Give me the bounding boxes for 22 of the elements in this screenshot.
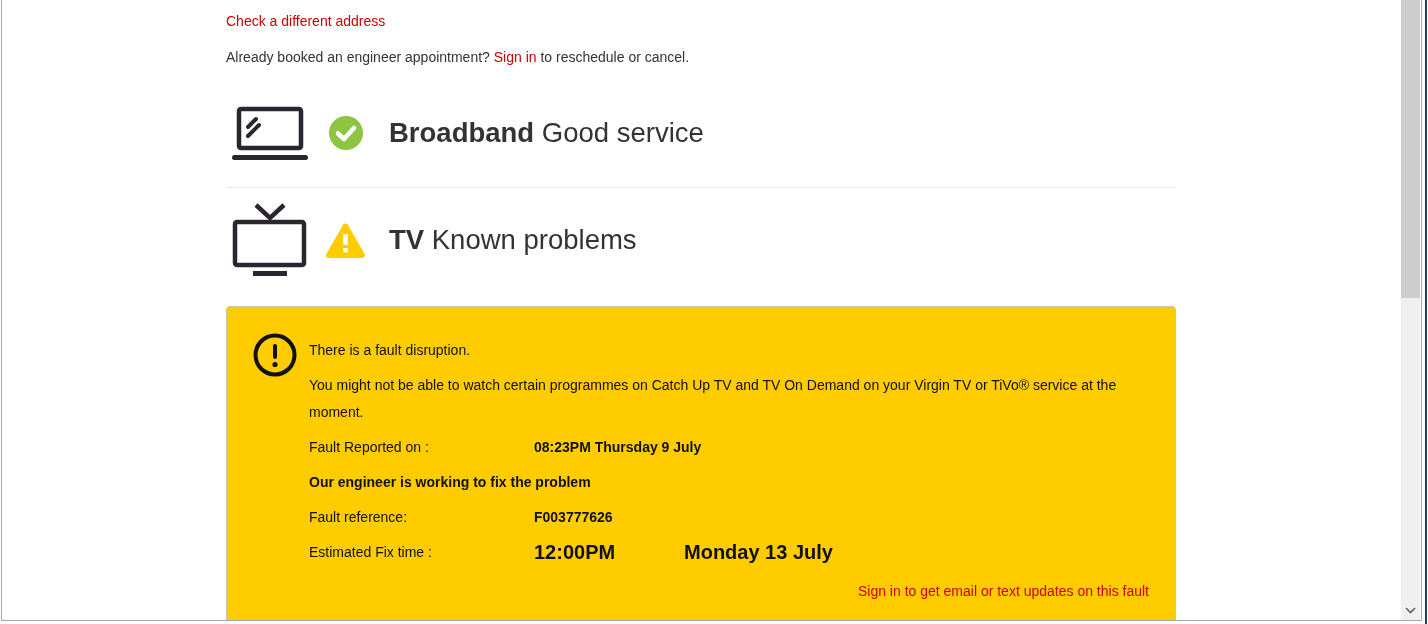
sign-in-link[interactable]: Sign in <box>493 49 537 65</box>
field-label: Estimated Fix time : <box>309 543 433 562</box>
tv-icon <box>232 202 308 278</box>
service-status-heading: Broadband Good service <box>389 117 704 149</box>
fix-date: Monday 13 July <box>684 540 833 565</box>
updates-sign-in-link[interactable]: Sign in to get email or text updates on this fault <box>857 578 1149 605</box>
appointment-note: Already booked an engineer appointment? Sign in to reschedule or cancel. <box>226 48 691 67</box>
fault-title: There is a fault disruption. <box>309 341 472 360</box>
field-value: F003777626 <box>534 508 613 527</box>
exclamation-circle-icon <box>253 333 297 377</box>
address-link[interactable]: Check a different address <box>226 11 386 31</box>
fault-description: You might not be able to watch certain programmes on Catch Up TV and TV On Demand on your Virgin TV or TiVo® service at the moment. <box>309 376 1118 422</box>
field-value: 08:23PM Thursday 9 July <box>534 438 702 457</box>
field-label: Fault Reported on : <box>309 438 430 457</box>
fix-time: 12:00PM <box>534 540 617 565</box>
field-label: Fault reference: <box>309 508 409 527</box>
scrollbar[interactable] <box>1401 0 1420 620</box>
laptop-icon <box>232 105 308 161</box>
engineer-notice: Our engineer is working to fix the problem <box>309 473 591 492</box>
service-status-heading: TV Known problems <box>389 224 637 256</box>
scrollbar-thumb[interactable] <box>1401 0 1420 298</box>
chevron-down-icon[interactable] <box>1405 607 1416 614</box>
